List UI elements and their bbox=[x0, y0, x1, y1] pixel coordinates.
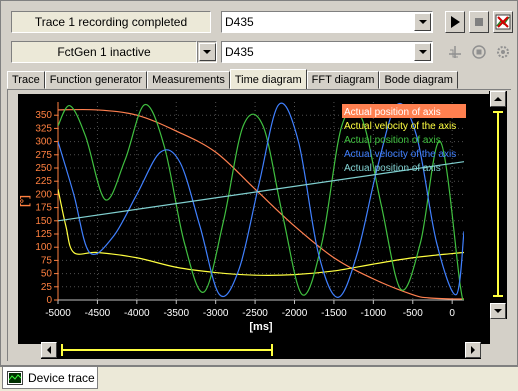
x-tick-label: -1000 bbox=[361, 308, 387, 319]
fctgen-start-button[interactable] bbox=[445, 41, 465, 63]
y-tick-label: 350 bbox=[35, 110, 52, 121]
x-tick-label: 0 bbox=[449, 308, 455, 319]
device-select-top[interactable]: D435 bbox=[221, 11, 433, 33]
x-tick-label: -4000 bbox=[124, 308, 150, 319]
device-select-bottom-value: D435 bbox=[225, 45, 254, 59]
y-tick-label: 225 bbox=[35, 176, 52, 187]
chevron-down-icon[interactable] bbox=[414, 13, 431, 31]
document-tab-bar: Device trace bbox=[0, 366, 518, 391]
legend-entry-5: Actual position of axis bbox=[344, 163, 441, 174]
scroll-right-button[interactable] bbox=[465, 342, 481, 358]
trace-chart-icon bbox=[7, 370, 23, 385]
x-tick-label: -1500 bbox=[321, 308, 347, 319]
x-tick-label: -2500 bbox=[242, 308, 268, 319]
tab-bode-diagram[interactable]: Bode diagram bbox=[379, 71, 458, 89]
horizontal-scroll-thumb[interactable] bbox=[61, 344, 273, 356]
chevron-down-icon[interactable] bbox=[414, 43, 431, 61]
stop-trace-button[interactable] bbox=[469, 11, 489, 33]
y-tick-label: 250 bbox=[35, 163, 52, 174]
device-trace-tab-label: Device trace bbox=[28, 370, 95, 385]
stop-circle-icon bbox=[472, 45, 486, 59]
vertical-scroll-thumb[interactable] bbox=[493, 111, 503, 297]
trace-settings-button[interactable] bbox=[493, 11, 513, 33]
tab-measurements-label: Measurements bbox=[152, 74, 225, 86]
start-trace-button[interactable] bbox=[445, 11, 465, 33]
fctgen-status-display: FctGen 1 inactive bbox=[11, 41, 197, 63]
legend-entry-2: Actual velocity of the axis bbox=[344, 121, 456, 132]
play-icon bbox=[451, 16, 460, 28]
vertical-scrollbar[interactable] bbox=[489, 91, 507, 319]
stop-icon bbox=[475, 18, 483, 26]
y-tick-label: 150 bbox=[35, 216, 52, 227]
x-tick-label: -2000 bbox=[282, 308, 308, 319]
device-select-bottom[interactable]: D435 bbox=[221, 41, 433, 63]
scroll-up-button[interactable] bbox=[490, 91, 506, 107]
tab-time-diagram-label: Time diagram bbox=[234, 73, 302, 86]
y-tick-label: 25 bbox=[41, 282, 53, 293]
y-axis-label: [°] bbox=[19, 195, 31, 207]
scroll-down-button[interactable] bbox=[490, 303, 506, 319]
y-tick-label: 200 bbox=[35, 189, 52, 200]
legend-entry-1: Actual position of axis bbox=[344, 107, 441, 118]
y-tick-label: 275 bbox=[35, 150, 52, 161]
x-tick-label: -500 bbox=[403, 308, 423, 319]
x-tick-label: -3000 bbox=[203, 308, 229, 319]
y-tick-label: 0 bbox=[46, 295, 52, 306]
y-tick-label: 125 bbox=[35, 229, 52, 240]
fctgen-status-text: FctGen 1 inactive bbox=[57, 45, 151, 59]
device-trace-tab[interactable]: Device trace bbox=[2, 367, 98, 389]
clear-trace-icon bbox=[495, 14, 511, 30]
legend-entry-4: Actual velocity of the axis bbox=[344, 149, 456, 160]
trace-status-display: Trace 1 recording completed bbox=[11, 11, 211, 33]
x-tick-label: -5000 bbox=[45, 308, 71, 319]
tab-measurements[interactable]: Measurements bbox=[147, 71, 230, 89]
tab-function-generator-label: Function generator bbox=[49, 74, 143, 86]
y-tick-label: 100 bbox=[35, 242, 52, 253]
tab-function-generator[interactable]: Function generator bbox=[44, 71, 148, 89]
device-select-top-value: D435 bbox=[225, 15, 254, 29]
tab-trace-label: Trace bbox=[12, 74, 40, 86]
tab-trace[interactable]: Trace bbox=[7, 71, 45, 89]
y-tick-label: 300 bbox=[35, 137, 52, 148]
device-trace-panel: Trace 1 recording completed D435 FctGen … bbox=[0, 0, 518, 366]
gear-icon bbox=[497, 46, 509, 58]
y-tick-label: 50 bbox=[41, 269, 53, 280]
time-diagram-area: -5000 -4500 -4000 -3500 -3000 -2500 -2000 -1500… bbox=[7, 89, 512, 362]
chevron-down-icon[interactable] bbox=[198, 43, 216, 61]
x-axis-label: [ms] bbox=[249, 321, 273, 333]
tab-fft-diagram[interactable]: FFT diagram bbox=[306, 71, 380, 89]
fctgen-stop-button[interactable] bbox=[469, 41, 489, 63]
tab-bar: Trace Function generator Measurements Ti… bbox=[7, 69, 458, 89]
trace-status-text: Trace 1 recording completed bbox=[34, 15, 188, 29]
y-tick-label: 175 bbox=[35, 203, 52, 214]
fctgen-dropdown-button[interactable] bbox=[197, 41, 217, 63]
y-tick-label: 325 bbox=[35, 123, 52, 134]
tab-time-diagram[interactable]: Time diagram bbox=[229, 69, 307, 89]
x-tick-label: -3500 bbox=[163, 308, 189, 319]
tab-fft-diagram-label: FFT diagram bbox=[311, 74, 375, 86]
legend-entry-3: Actual position of axis bbox=[344, 135, 441, 146]
fctgen-settings-button[interactable] bbox=[493, 41, 513, 63]
horizontal-scrollbar[interactable] bbox=[41, 341, 481, 359]
y-tick-label: 75 bbox=[41, 255, 53, 266]
x-tick-label: -4500 bbox=[85, 308, 111, 319]
tab-bode-diagram-label: Bode diagram bbox=[384, 74, 453, 86]
time-diagram-chart[interactable]: -5000 -4500 -4000 -3500 -3000 -2500 -2000 -1500… bbox=[8, 90, 512, 362]
scroll-left-button[interactable] bbox=[41, 342, 57, 358]
signal-icon bbox=[449, 46, 461, 58]
